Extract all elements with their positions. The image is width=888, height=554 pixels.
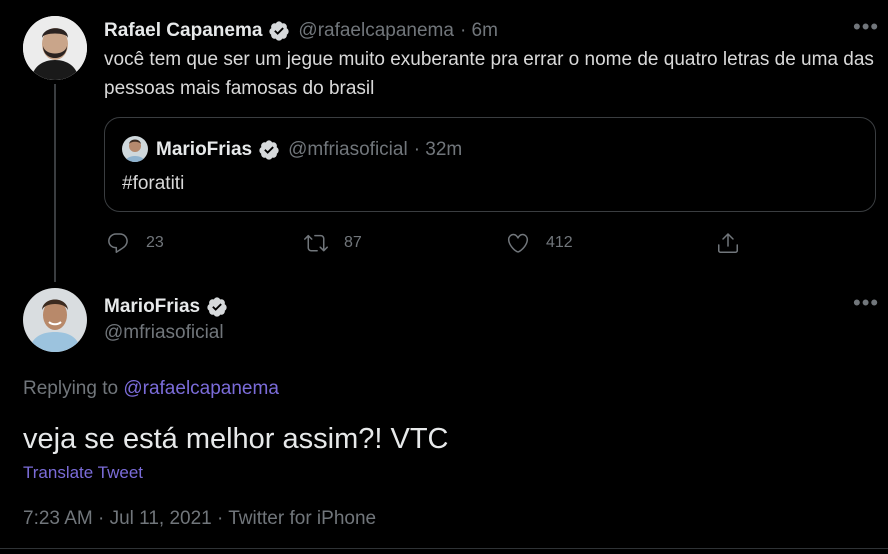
verified-badge-icon xyxy=(206,296,228,318)
like-button[interactable]: 412 xyxy=(506,231,573,255)
quoted-avatar xyxy=(122,136,148,162)
tweet-header: Rafael Capanema @rafaelcapanema · 6m xyxy=(104,18,498,44)
avatar-rafael-image xyxy=(23,16,87,80)
quoted-author-name: MarioFrias xyxy=(156,139,253,160)
author-name[interactable]: Rafael Capanema xyxy=(104,20,262,42)
quoted-tweet-header: MarioFrias @mfriasoficial · 32m xyxy=(156,137,462,163)
reply-icon xyxy=(108,233,128,253)
verified-badge-icon xyxy=(268,20,290,42)
thread-connector-line xyxy=(54,84,56,282)
author-handle[interactable]: @rafaelcapanema xyxy=(298,20,454,42)
avatar[interactable] xyxy=(23,288,87,352)
replying-to-link[interactable]: @rafaelcapanema xyxy=(123,378,279,399)
avatar-mario-image xyxy=(23,288,87,352)
quoted-tweet-card[interactable] xyxy=(104,117,876,212)
retweet-button[interactable]: 87 xyxy=(304,231,362,255)
quoted-tweet-text: #foratiti xyxy=(122,173,185,194)
share-button[interactable] xyxy=(716,231,740,255)
translate-tweet-link[interactable]: Translate Tweet xyxy=(23,463,143,483)
avatar[interactable] xyxy=(23,16,87,80)
tweet-time[interactable]: · 6m xyxy=(460,20,498,42)
replying-to-label: Replying to xyxy=(23,378,119,399)
main-tweet-text: veja se está melhor assim?! VTC xyxy=(23,423,449,455)
replying-to-line: Replying to @rafaelcapanema xyxy=(23,378,279,400)
retweet-count: 87 xyxy=(344,234,362,251)
main-tweet-header: MarioFrias xyxy=(104,294,228,320)
quoted-author-handle: @mfriasoficial xyxy=(288,139,408,160)
more-options-icon[interactable]: ••• xyxy=(853,292,879,314)
tweet-text: você tem que ser um jegue muito exuberan… xyxy=(104,49,874,99)
like-count: 412 xyxy=(546,234,573,251)
verified-badge-icon xyxy=(258,139,280,161)
divider xyxy=(0,548,888,549)
author-name[interactable]: MarioFrias xyxy=(104,296,200,318)
tweet-metadata: 7:23 AM · Jul 11, 2021 · Twitter for iPh… xyxy=(23,508,377,529)
author-handle[interactable]: @mfriasoficial xyxy=(104,322,224,344)
heart-icon xyxy=(507,233,529,253)
reply-count: 23 xyxy=(146,234,164,251)
quoted-tweet-time: · 32m xyxy=(413,139,463,160)
more-options-icon[interactable]: ••• xyxy=(853,16,879,38)
share-icon xyxy=(718,233,738,253)
retweet-icon xyxy=(304,234,328,252)
reply-button[interactable]: 23 xyxy=(106,231,164,255)
